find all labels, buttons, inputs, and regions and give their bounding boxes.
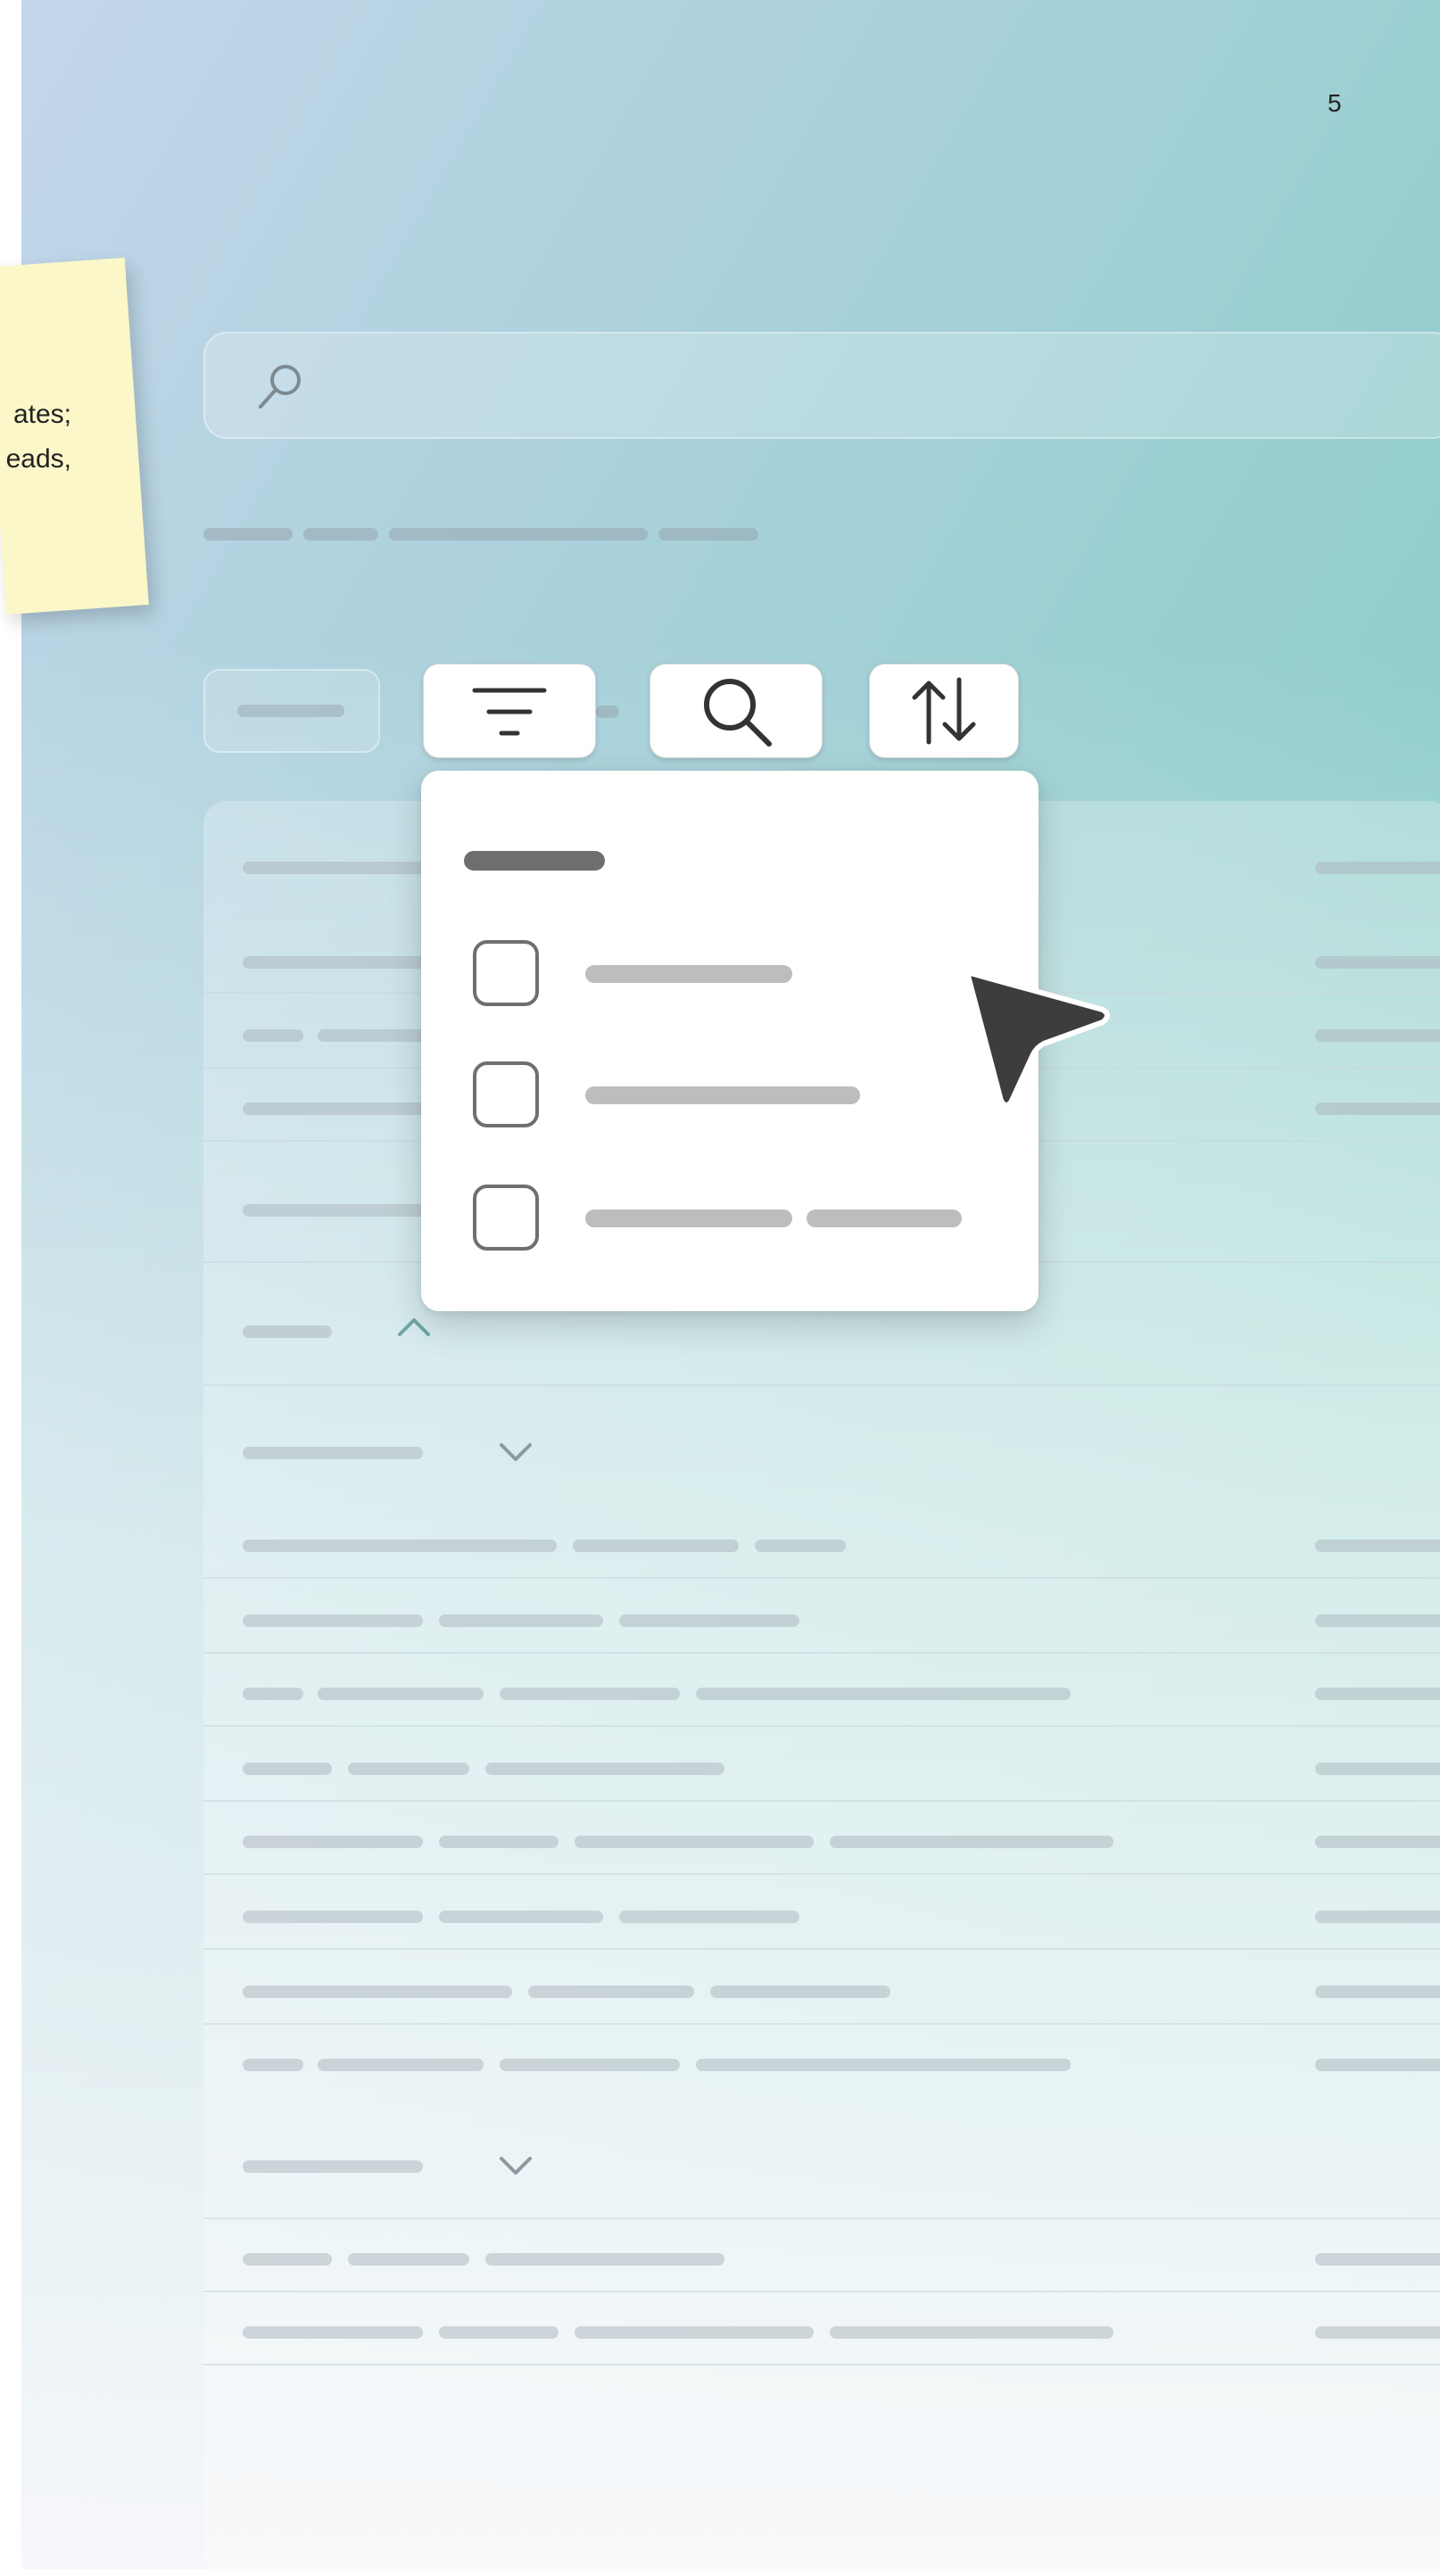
table-row [696,1688,1071,1700]
chevron-down-icon[interactable] [496,2153,535,2180]
table-row [439,1836,559,1848]
breadcrumb-segment [389,528,648,541]
table-row [243,1688,303,1700]
row-divider [203,1800,1440,1802]
table-row [243,956,439,969]
table-row [1315,1614,1440,1627]
table-row [619,1614,799,1627]
filter-icon [472,688,547,736]
table-row [485,1763,724,1775]
breadcrumb-segment [658,528,758,541]
sort-arrows-icon [912,677,976,745]
table-row [318,1688,484,1700]
table-row [755,1540,846,1552]
table-row [439,1614,603,1627]
table-row [348,2253,469,2266]
table-row [710,1986,890,1998]
search-icon [704,679,772,747]
view-button[interactable] [203,669,380,753]
table-row [1315,1688,1440,1700]
table-row [575,2326,814,2339]
table-row [1315,1029,1440,1042]
table-row [243,1614,423,1627]
group-header-label [243,1447,423,1459]
table-row [1315,2253,1440,2266]
table-row [1315,1102,1440,1115]
sticky-note-line-2: eads, [5,444,71,474]
table-row [1315,2326,1440,2339]
table-row [1315,1540,1440,1552]
table-row [500,1688,680,1700]
table-header-cell [243,862,439,874]
table-row [243,1836,423,1848]
mouse-cursor-icon [964,970,1110,1108]
row-divider [203,1577,1440,1579]
table-row [1315,1986,1440,1998]
row-divider [203,1652,1440,1654]
table-row [439,1911,603,1923]
row-divider [203,2217,1440,2219]
filter-option-label [585,1210,792,1227]
row-divider [203,1873,1440,1875]
group-header-label [243,1325,332,1338]
row-divider [203,2023,1440,2025]
table-row [573,1540,739,1552]
chevron-up-icon[interactable] [394,1313,434,1340]
table-row [243,1911,423,1923]
filter-checkbox[interactable] [473,1185,539,1251]
table-row [1315,1911,1440,1923]
table-row [243,1763,332,1775]
filter-dropdown [421,771,1039,1311]
table-row [696,2059,1071,2071]
table-row [318,2059,484,2071]
table-row [500,2059,680,2071]
row-divider [203,2364,1440,2365]
row-divider [203,2291,1440,2292]
search-button[interactable] [650,664,823,758]
filter-button[interactable] [423,664,596,758]
breadcrumb-segment [303,528,378,541]
table-row [243,1102,439,1115]
filter-checkbox[interactable] [473,940,539,1006]
row-divider [203,1948,1440,1950]
table-row [1315,1763,1440,1775]
table-row [485,2253,724,2266]
dropdown-title [464,851,605,871]
sort-button[interactable] [869,664,1019,758]
row-divider [203,1725,1440,1727]
table-header-cell [1315,862,1440,874]
chevron-down-icon[interactable] [496,1440,535,1466]
toolbar-placeholder [596,706,619,718]
sticky-note-line-1: ates; [12,400,71,429]
table-row [619,1911,799,1923]
table-row [1315,956,1440,969]
group-header-label [243,2160,423,2173]
table-row [348,1763,469,1775]
table-row [830,2326,1113,2339]
table-row [830,1836,1113,1848]
search-bar[interactable] [203,332,1440,439]
table-row [243,2326,423,2339]
table-row [243,1540,557,1552]
view-button-label [237,705,344,717]
filter-option-label [585,1086,860,1104]
search-icon [259,365,301,409]
filter-option-label [585,965,792,983]
filter-checkbox[interactable] [473,1061,539,1127]
table-row [528,1986,694,1998]
table-row [1315,2059,1440,2071]
table-row [575,1836,814,1848]
table-row [243,1204,439,1217]
page-number: 5 [1328,89,1342,117]
filter-option-label [807,1210,962,1227]
breadcrumb-segment [203,528,293,541]
table-row [1315,1836,1440,1848]
sticky-note-text: ates; eads, [0,392,71,482]
table-row [243,2253,332,2266]
table-row [439,2326,559,2339]
table-row [243,2059,303,2071]
table-row [243,1029,303,1042]
row-divider [203,1384,1440,1386]
table-row [243,1986,512,1998]
